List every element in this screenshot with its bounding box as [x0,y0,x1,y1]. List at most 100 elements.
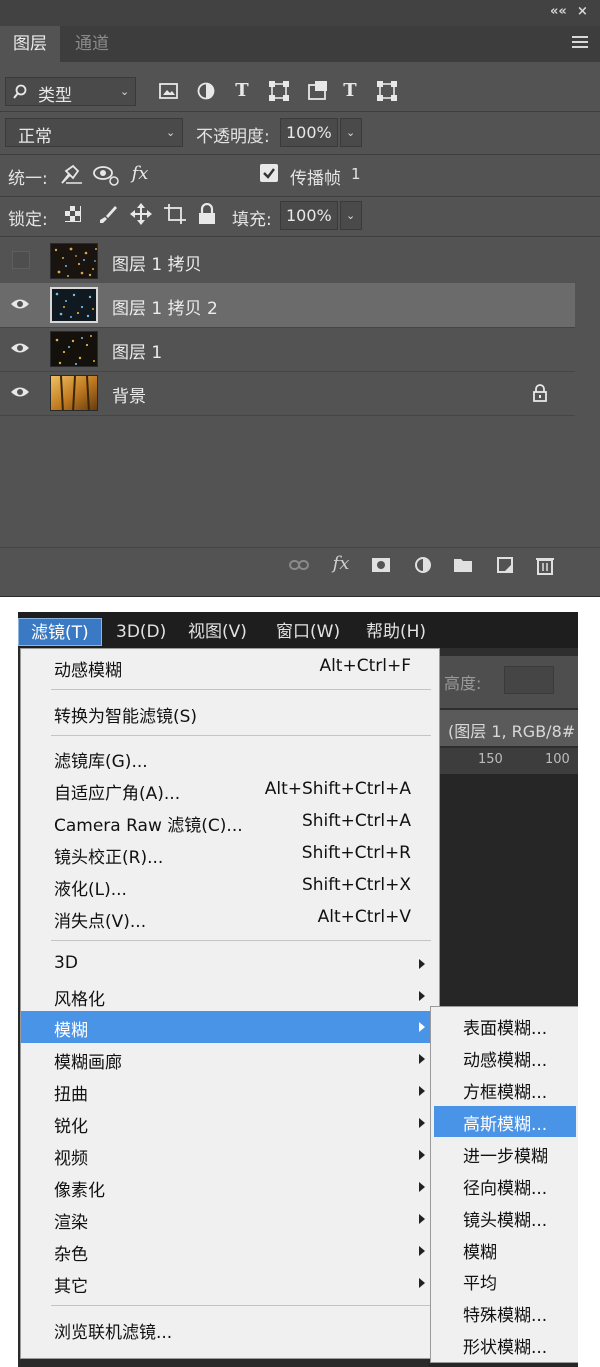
menu-item-filter-gallery[interactable]: 滤镜库(G)... [21,742,441,774]
menu-item-label: 浏览联机滤镜... [54,1323,173,1343]
tab-channels[interactable]: 通道 [62,26,122,62]
menu-view[interactable]: 视图(V) [176,618,259,646]
layer-row[interactable]: 图层 1 [0,327,575,371]
layer-row[interactable]: 背景 [0,371,575,415]
submenu-item-label: 方框模糊... [463,1083,548,1103]
menu-item-label: 其它 [54,1277,88,1297]
submenu-arrow-icon [419,1246,425,1256]
menu-item-label: 自适应广角(A)... [54,784,181,804]
tab-layers[interactable]: 图层 [0,26,60,62]
layer-row[interactable]: 图层 1 拷贝 [0,239,575,283]
fill-input[interactable]: 100% [280,201,338,230]
menu-item-label: 杂色 [54,1245,88,1265]
menu-item-shortcut: Shift+Ctrl+A [301,811,411,831]
fx-icon[interactable]: fx [330,553,352,574]
collapse-icon[interactable]: «« [550,4,567,20]
eye-icon[interactable] [10,297,30,311]
submenu-item-blur-more[interactable]: 进一步模糊 [434,1138,576,1169]
option-input[interactable] [504,666,554,694]
fill-slider-toggle[interactable]: ⌄ [340,201,362,230]
divider [0,196,600,197]
submenu-item-shape-blur[interactable]: 形状模糊... [434,1329,576,1360]
menu-filter[interactable]: 滤镜(T) [18,618,102,646]
unify-style-icon[interactable]: fx [124,162,156,186]
submenu-item-gaussian-blur[interactable]: 高斯模糊... [434,1106,576,1137]
unify-position-icon[interactable] [58,163,84,187]
new-layer-icon[interactable] [494,555,516,575]
panel-menu-icon[interactable] [572,36,588,50]
type-filter-icon-2[interactable]: T [338,79,362,103]
menu-item-other[interactable]: 其它 [21,1267,441,1299]
blend-mode-select[interactable]: 正常 ⌄ [5,118,183,147]
submenu-item-surface-blur[interactable]: 表面模糊... [434,1010,576,1041]
menu-item-browse-online[interactable]: 浏览联机滤镜... [21,1313,441,1345]
layer-thumbnail [50,331,98,367]
visibility-toggle-off[interactable] [12,251,30,269]
menu-item-3d[interactable]: 3D [21,948,441,980]
menu-item-camera-raw[interactable]: Camera Raw 滤镜(C)... Shift+Ctrl+A [21,806,441,838]
menu-item-smart-filter[interactable]: 转换为智能滤镜(S) [21,697,441,729]
opacity-input[interactable]: 100% [280,118,338,147]
submenu-item-label: 平均 [463,1274,497,1294]
submenu-item-motion-blur[interactable]: 动感模糊... [434,1042,576,1073]
submenu-item-blur[interactable]: 模糊 [434,1234,576,1265]
lock-artboard-icon[interactable] [164,204,186,224]
pixel-layer-filter-icon[interactable] [158,81,180,101]
menu-item-lens-correction[interactable]: 镜头校正(R)... Shift+Ctrl+R [21,838,441,870]
filter-menu-screenshot: 高度: (图层 1, RGB/8# 150 100 滤镜(T) 3D(D) 视图… [18,612,578,1367]
folder-icon[interactable] [452,555,474,575]
menu-item-shortcut: Alt+Ctrl+V [317,907,411,927]
type-filter-icon[interactable]: T [230,79,254,103]
submenu-item-average[interactable]: 平均 [434,1265,576,1296]
artboard-filter-icon[interactable] [376,80,398,102]
document-tab: (图层 1, RGB/8# [428,710,578,746]
add-mask-icon[interactable] [370,555,392,575]
menu-item-label: 扭曲 [54,1085,88,1105]
eye-icon[interactable] [10,341,30,355]
lock-paint-icon[interactable] [98,204,118,224]
opacity-slider-toggle[interactable]: ⌄ [340,118,362,147]
ruler-mark: 150 [478,752,503,767]
menu-item-stylize[interactable]: 风格化 [21,980,441,1012]
shape-filter-icon[interactable] [268,80,290,102]
submenu-item-radial-blur[interactable]: 径向模糊... [434,1170,576,1201]
layer-row-selected[interactable]: 图层 1 拷贝 2 [0,283,575,327]
adjustment-filter-icon[interactable] [195,81,217,101]
propagate-frame-checkbox[interactable] [260,164,278,182]
filter-kind-select[interactable]: 类型 ⌄ [5,77,136,106]
adjustment-layer-icon[interactable] [412,555,434,575]
menu-item-last-filter[interactable]: 动感模糊 Alt+Ctrl+F [21,651,441,683]
options-bar: 高度: [428,656,578,708]
close-icon[interactable]: × [577,4,588,20]
menu-item-vanishing-point[interactable]: 消失点(V)... Alt+Ctrl+V [21,902,441,934]
menu-item-video[interactable]: 视频 [21,1139,441,1171]
submenu-arrow-icon [419,1150,425,1160]
menu-item-label: 锐化 [54,1117,88,1137]
menu-help[interactable]: 帮助(H) [354,618,438,646]
menu-item-noise[interactable]: 杂色 [21,1235,441,1267]
lock-position-icon[interactable] [130,203,152,225]
unify-visibility-icon[interactable] [92,163,122,187]
menu-item-blur-gallery[interactable]: 模糊画廊 [21,1043,441,1075]
smart-object-filter-icon[interactable] [306,80,328,102]
menu-item-sharpen[interactable]: 锐化 [21,1107,441,1139]
menu-item-distort[interactable]: 扭曲 [21,1075,441,1107]
menu-item-render[interactable]: 渲染 [21,1203,441,1235]
submenu-item-label: 高斯模糊... [463,1115,548,1135]
submenu-item-box-blur[interactable]: 方框模糊... [434,1074,576,1105]
link-layers-icon[interactable] [288,555,310,575]
menu-3d[interactable]: 3D(D) [104,618,178,646]
lock-label: 锁定: [8,210,48,230]
menu-item-pixelate[interactable]: 像素化 [21,1171,441,1203]
menu-window[interactable]: 窗口(W) [264,618,352,646]
submenu-item-smart-blur[interactable]: 特殊模糊... [434,1297,576,1328]
trash-icon[interactable] [534,555,556,575]
menu-item-adaptive-wide-angle[interactable]: 自适应广角(A)... Alt+Shift+Ctrl+A [21,774,441,806]
submenu-item-lens-blur[interactable]: 镜头模糊... [434,1202,576,1233]
lock-transparent-icon[interactable] [64,205,82,223]
menu-item-liquify[interactable]: 液化(L)... Shift+Ctrl+X [21,870,441,902]
lock-all-icon[interactable] [198,203,216,225]
menu-item-shortcut: Alt+Shift+Ctrl+A [264,779,411,799]
menu-item-blur[interactable]: 模糊 [21,1011,441,1043]
eye-icon[interactable] [10,385,30,399]
